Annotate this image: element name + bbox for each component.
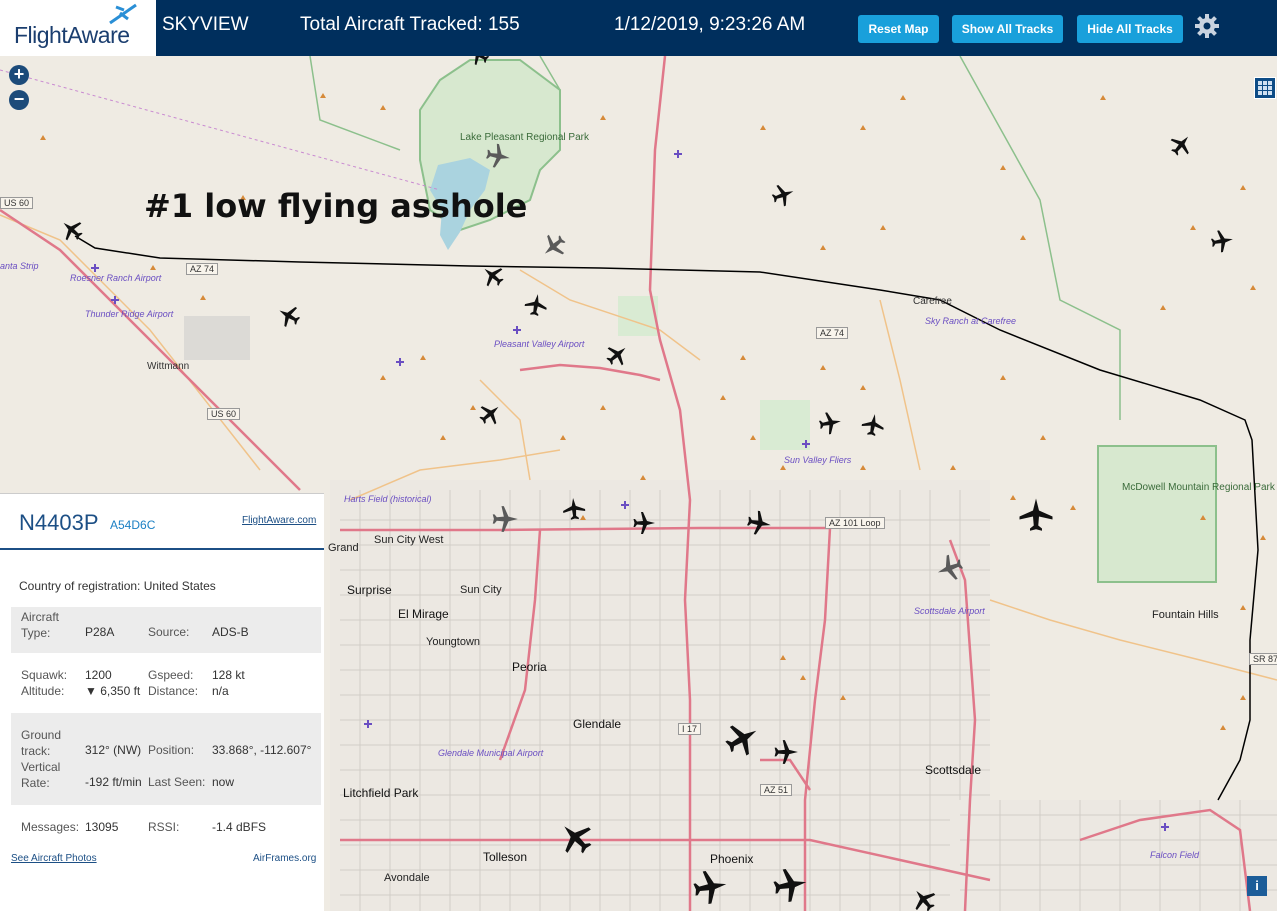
logo-text: FlightAware [14, 22, 130, 48]
altitude-label: Altitude: [21, 684, 65, 698]
total-aircraft: Total Aircraft Tracked: 155 [300, 14, 520, 35]
aircraft-hex: A54D6C [110, 518, 156, 532]
country-label: Country of registration: [19, 579, 141, 593]
distance-label: Distance: [148, 684, 199, 698]
last-seen-label: Last Seen: [148, 775, 206, 789]
aircraft-type-value: P28A [85, 625, 115, 639]
rssi-value: -1.4 dBFS [212, 820, 267, 834]
vertical-rate-label: Vertical Rate: [21, 760, 61, 790]
reset-map-button[interactable]: Reset Map [858, 15, 939, 43]
position-label: Position: [148, 743, 195, 757]
messages-label: Messages: [21, 820, 80, 834]
position-value: 33.868°, -112.607° [212, 743, 312, 757]
rssi-label: RSSI: [148, 820, 180, 834]
country-value: United States [143, 579, 216, 593]
country-row: Country of registration: United States [19, 579, 216, 593]
header: FlightAware SKYVIEW Total Aircraft Track… [0, 0, 1277, 56]
selected-aircraft-icon [56, 214, 88, 246]
aircraft-detail-panel: N4403P A54D6C FlightAware.com Country of… [0, 493, 324, 911]
vertical-rate-value: -192 ft/min [85, 775, 142, 789]
flightaware-link[interactable]: FlightAware.com [242, 515, 316, 526]
zoom-in-button[interactable]: + [9, 65, 29, 85]
gspeed-label: Gspeed: [148, 668, 194, 682]
source-value: ADS-B [212, 625, 249, 639]
flightaware-logo[interactable]: FlightAware [0, 0, 156, 56]
distance-value: n/a [212, 684, 229, 698]
info-button[interactable]: i [1247, 876, 1267, 896]
aircraft-type-label: Aircraft Type: [21, 610, 60, 640]
altitude-value: ▼ 6,350 ft [85, 684, 141, 698]
show-all-tracks-button[interactable]: Show All Tracks [952, 15, 1063, 43]
type-source-block: Aircraft Type: P28A Source: ADS-B [11, 607, 321, 653]
messages-value: 13095 [85, 820, 119, 834]
squawk-speed-block: Squawk: 1200 Gspeed: 128 kt Altitude: ▼ … [11, 662, 321, 702]
aircraft-registration: N4403P [19, 510, 99, 535]
ground-track-value: 312° (NW) [85, 743, 142, 757]
gspeed-value: 128 kt [212, 668, 245, 682]
ground-track-label: Ground track: [21, 728, 62, 758]
panel-divider [0, 548, 324, 550]
squawk-label: Squawk: [21, 668, 68, 682]
zoom-out-button[interactable]: − [9, 90, 29, 110]
layers-grid-icon[interactable] [1254, 77, 1276, 99]
app-name: SKYVIEW [162, 14, 249, 35]
datetime: 1/12/2019, 9:23:26 AM [614, 14, 806, 35]
last-seen-value: now [212, 775, 235, 789]
airframes-link[interactable]: AirFrames.org [253, 853, 316, 864]
track-position-block: Ground track: 312° (NW) Position: 33.868… [11, 713, 321, 805]
source-label: Source: [148, 625, 190, 639]
hide-all-tracks-button[interactable]: Hide All Tracks [1077, 15, 1183, 43]
gear-icon[interactable] [1194, 13, 1220, 39]
squawk-value: 1200 [85, 668, 112, 682]
aircraft-photos-link[interactable]: See Aircraft Photos [11, 853, 97, 864]
messages-rssi-block: Messages: 13095 RSSI: -1.4 dBFS [11, 812, 321, 842]
